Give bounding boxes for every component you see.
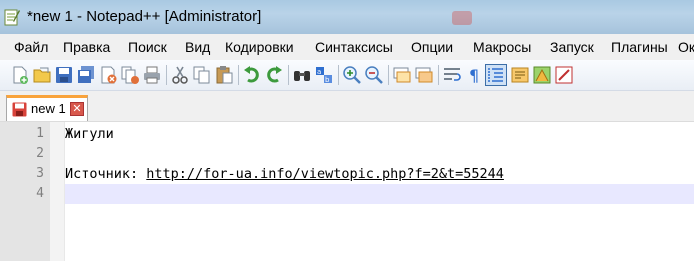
svg-text:a: a	[317, 68, 321, 76]
tab-bar: new 1 ✕	[0, 91, 694, 121]
print-icon[interactable]	[142, 65, 162, 85]
menu-macro[interactable]: Макросы	[469, 34, 535, 60]
undo-icon[interactable]	[242, 65, 262, 85]
menu-run[interactable]: Запуск	[546, 34, 598, 60]
code-text: Жигули	[65, 126, 114, 142]
replace-icon[interactable]: ab	[314, 65, 334, 85]
code-line[interactable]: Жигули	[65, 124, 694, 144]
save-icon[interactable]	[54, 65, 74, 85]
background-window-ghost	[452, 7, 652, 27]
tab-label: new 1	[31, 101, 66, 116]
save-all-icon[interactable]	[76, 65, 96, 85]
tab-close-icon[interactable]: ✕	[70, 102, 84, 116]
sync-horizontal-icon[interactable]	[414, 65, 434, 85]
menu-file[interactable]: Файл	[10, 34, 52, 60]
modified-save-icon	[12, 102, 27, 117]
editor-area[interactable]: 1 2 3 4 Жигули Источник: http://for-ua.i…	[0, 121, 694, 261]
indent-guide-icon[interactable]	[485, 64, 507, 86]
function-list-icon[interactable]	[554, 65, 574, 85]
title-bar[interactable]: *new 1 - Notepad++ [Administrator]	[0, 0, 694, 34]
new-file-icon[interactable]	[10, 65, 30, 85]
menu-encoding[interactable]: Кодировки	[221, 34, 298, 60]
zoom-out-icon[interactable]	[364, 65, 384, 85]
line-number: 3	[36, 166, 44, 181]
close-all-icon[interactable]	[120, 65, 140, 85]
background-window-ghost	[310, 7, 450, 27]
fold-margin[interactable]	[50, 122, 65, 261]
sync-vertical-icon[interactable]	[392, 65, 412, 85]
menu-bar: Файл Правка Поиск Вид Кодировки Синтакси…	[0, 34, 694, 61]
tab-new-1[interactable]: new 1 ✕	[6, 95, 88, 121]
code-line[interactable]: Источник: http://for-ua.info/viewtopic.p…	[65, 164, 694, 184]
udl-icon[interactable]	[510, 65, 530, 85]
svg-text:¶: ¶	[469, 66, 479, 85]
paste-icon[interactable]	[214, 65, 234, 85]
cut-icon[interactable]	[170, 65, 190, 85]
menu-plugins[interactable]: Плагины	[607, 34, 672, 60]
find-icon[interactable]	[292, 65, 312, 85]
line-number: 4	[36, 186, 44, 201]
copy-icon[interactable]	[192, 65, 212, 85]
open-file-icon[interactable]	[32, 65, 52, 85]
source-link[interactable]: http://for-ua.info/viewtopic.php?f=2&t=5…	[146, 166, 504, 182]
svg-text:b: b	[325, 76, 330, 84]
code-line[interactable]	[65, 144, 694, 164]
line-number: 2	[36, 146, 44, 161]
show-all-chars-icon[interactable]: ¶	[464, 65, 484, 85]
menu-window[interactable]: Ок	[674, 34, 694, 60]
code-text: Источник:	[65, 166, 147, 182]
current-code-line[interactable]	[65, 184, 694, 204]
line-number: 1	[36, 126, 44, 141]
zoom-in-icon[interactable]	[342, 65, 362, 85]
line-number-gutter: 1 2 3 4	[0, 122, 50, 261]
menu-settings[interactable]: Опции	[407, 34, 457, 60]
notepad-plus-plus-icon[interactable]	[4, 8, 20, 26]
doc-map-icon[interactable]	[532, 65, 552, 85]
menu-view[interactable]: Вид	[181, 34, 214, 60]
menu-language[interactable]: Синтаксисы	[311, 34, 397, 60]
close-icon[interactable]	[98, 65, 118, 85]
menu-edit[interactable]: Правка	[59, 34, 114, 60]
redo-icon[interactable]	[264, 65, 284, 85]
menu-search[interactable]: Поиск	[124, 34, 171, 60]
window-title: *new 1 - Notepad++ [Administrator]	[27, 8, 262, 25]
toolbar: ab ¶	[0, 60, 694, 91]
word-wrap-icon[interactable]	[442, 65, 462, 85]
